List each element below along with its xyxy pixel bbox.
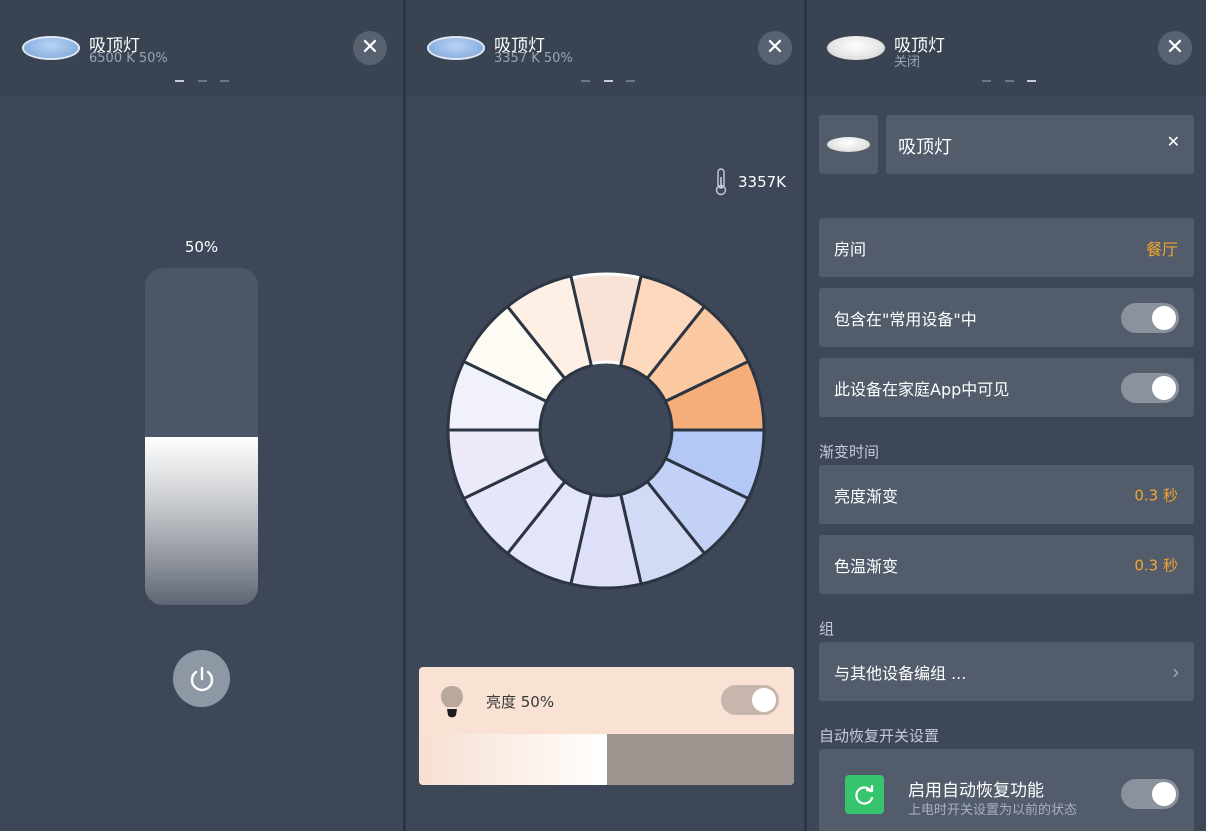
page-dot xyxy=(197,80,207,82)
group-section-title: 组 xyxy=(819,620,835,638)
device-status: 6500 K 50% xyxy=(89,51,168,66)
favorites-row: 包含在"常用设备"中 xyxy=(819,288,1194,347)
page-dot xyxy=(581,80,590,82)
ceiling-lamp-icon xyxy=(827,137,870,152)
power-icon xyxy=(190,666,213,691)
visible-in-home-toggle[interactable] xyxy=(1121,373,1179,403)
device-status: 关闭 xyxy=(894,55,921,70)
page-dot xyxy=(603,80,613,82)
page-indicator xyxy=(581,80,635,83)
brightness-transition-label: 亮度渐变 xyxy=(834,486,899,506)
brightness-slider[interactable] xyxy=(145,268,258,605)
room-label: 房间 xyxy=(834,239,867,259)
light-on-toggle[interactable] xyxy=(721,685,779,715)
close-button[interactable]: ✕ xyxy=(758,31,792,65)
auto-restore-toggle[interactable] xyxy=(1121,779,1179,809)
thermometer-icon xyxy=(715,168,727,196)
brightness-card: 亮度 50% xyxy=(419,667,794,785)
ceiling-lamp-icon xyxy=(427,36,485,60)
room-row[interactable]: 房间 餐厅 xyxy=(819,218,1194,277)
chevron-right-icon: › xyxy=(1172,659,1180,684)
auto-restore-section-title: 自动恢复开关设置 xyxy=(819,727,940,745)
device-name-field[interactable]: 吸顶灯 ✕ xyxy=(886,115,1194,174)
favorites-label: 包含在"常用设备"中 xyxy=(834,309,977,329)
page-dot xyxy=(175,80,184,82)
brightness-transition-value: 0.3 秒 xyxy=(1134,486,1178,504)
favorites-toggle[interactable] xyxy=(1121,303,1179,333)
panel-header: 吸顶灯 6500 K 50% ✕ xyxy=(0,0,403,95)
auto-restore-subtitle: 上电时开关设置为以前的状态 xyxy=(908,803,1078,818)
group-label: 与其他设备编组 ... xyxy=(834,663,967,683)
close-button[interactable]: ✕ xyxy=(353,31,387,65)
brightness-thumb[interactable] xyxy=(601,734,607,785)
auto-restore-row: 启用自动恢复功能 上电时开关设置为以前的状态 xyxy=(819,749,1194,831)
device-icon-box[interactable] xyxy=(819,115,878,174)
restore-icon xyxy=(845,775,884,814)
page-dot xyxy=(982,80,991,82)
color-transition-value: 0.3 秒 xyxy=(1134,556,1178,574)
color-transition-row[interactable]: 色温渐变 0.3 秒 xyxy=(819,535,1194,594)
brightness-panel: 吸顶灯 6500 K 50% ✕ 50% xyxy=(0,0,403,831)
visible-in-home-label: 此设备在家庭App中可见 xyxy=(834,379,1010,399)
page-indicator xyxy=(175,80,229,83)
group-row[interactable]: 与其他设备编组 ... › xyxy=(819,642,1194,701)
room-value: 餐厅 xyxy=(1145,239,1178,259)
bulb-icon xyxy=(441,686,463,718)
brightness-transition-row[interactable]: 亮度渐变 0.3 秒 xyxy=(819,465,1194,524)
panel-header: 吸顶灯 关闭 ✕ xyxy=(807,0,1206,95)
device-name-value: 吸顶灯 xyxy=(898,137,952,158)
color-temp-readout: 3357K xyxy=(714,168,786,196)
page-dot xyxy=(220,80,229,82)
transition-section-title: 渐变时间 xyxy=(819,443,880,461)
visible-in-home-row: 此设备在家庭App中可见 xyxy=(819,358,1194,417)
page-indicator xyxy=(982,80,1036,83)
color-temperature-panel: 吸顶灯 3357 K 50% ✕ 3357K 亮度 50% xyxy=(406,0,804,831)
brightness-card-label: 亮度 50% xyxy=(486,693,555,711)
page-dot xyxy=(626,80,635,82)
color-temperature-wheel[interactable] xyxy=(444,268,768,592)
page-dot xyxy=(1004,80,1014,82)
brightness-fill xyxy=(145,436,258,605)
color-temp-value: 3357K xyxy=(737,173,786,191)
clear-name-button[interactable]: ✕ xyxy=(1167,132,1180,151)
brightness-track-fill xyxy=(419,734,607,785)
device-status: 3357 K 50% xyxy=(494,51,573,66)
ceiling-lamp-icon xyxy=(22,36,80,60)
panel-header: 吸顶灯 3357 K 50% ✕ xyxy=(406,0,804,95)
brightness-percent: 50% xyxy=(184,238,219,256)
ceiling-lamp-icon xyxy=(827,36,885,60)
power-button[interactable] xyxy=(173,650,230,707)
settings-panel: 吸顶灯 关闭 ✕ 吸顶灯 ✕ 房间 餐厅 包含在"常用设备"中 此设备在家庭Ap… xyxy=(807,0,1206,831)
color-transition-label: 色温渐变 xyxy=(834,556,899,576)
page-dot xyxy=(1027,80,1036,82)
auto-restore-title: 启用自动恢复功能 xyxy=(908,781,1044,801)
close-button[interactable]: ✕ xyxy=(1158,31,1192,65)
